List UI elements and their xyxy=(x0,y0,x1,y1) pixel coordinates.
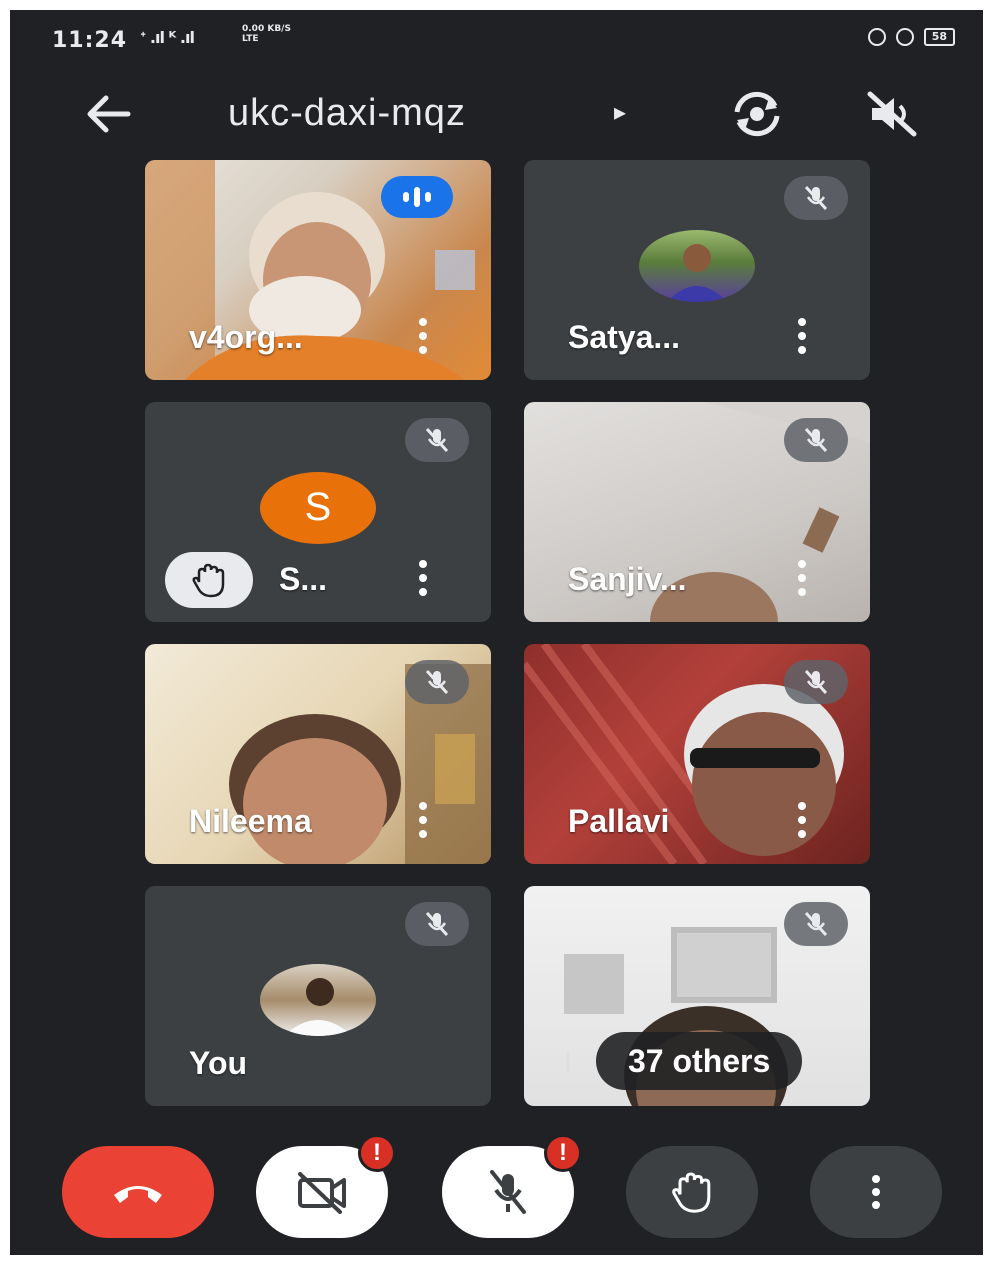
participant-more-options-button[interactable] xyxy=(413,314,433,358)
end-call-icon xyxy=(114,1186,162,1203)
back-arrow-icon xyxy=(87,95,131,133)
participant-tile[interactable]: v4org... xyxy=(145,160,491,380)
mic-muted-icon xyxy=(405,660,469,704)
raised-hand-icon xyxy=(165,552,253,608)
participant-more-options-button[interactable] xyxy=(413,798,433,842)
participant-avatar xyxy=(260,964,376,1037)
back-button[interactable] xyxy=(80,86,136,142)
mic-muted-icon xyxy=(784,418,848,462)
others-count-chip[interactable]: 37 others xyxy=(596,1032,803,1090)
switch-camera-icon xyxy=(734,91,780,137)
mic-muted-icon xyxy=(405,418,469,462)
end-call-button[interactable] xyxy=(62,1146,214,1238)
data-rate-value: 0.00 KB/S xyxy=(242,24,291,34)
alarm-icon xyxy=(895,28,914,46)
participant-name: Nileema xyxy=(189,803,312,839)
participant-tile[interactable]: I 37 others xyxy=(524,886,870,1106)
meet-screen: 11:24 ᐩ .ıl ᴷ .ıl 0.00 KB/S LTE 58 ukc-d… xyxy=(10,10,983,1255)
participant-name: v4org... xyxy=(189,319,303,355)
status-bar: 11:24 ᐩ .ıl ᴷ .ıl 0.00 KB/S LTE 58 xyxy=(10,10,983,70)
participant-name: S... xyxy=(279,561,328,597)
participant-more-options-button[interactable] xyxy=(792,798,812,842)
data-rate: 0.00 KB/S LTE xyxy=(242,24,291,44)
camera-alert-badge: ! xyxy=(358,1134,396,1172)
speaking-indicator-icon xyxy=(381,176,453,218)
battery-icon: 58 xyxy=(923,28,955,46)
camera-toggle-button[interactable]: ! xyxy=(256,1134,396,1238)
participant-more-options-button[interactable] xyxy=(792,314,812,358)
participant-avatar-letter: S xyxy=(260,471,376,544)
mic-muted-icon xyxy=(784,176,848,220)
participant-tile[interactable]: Satya... xyxy=(524,160,870,380)
network-type: LTE xyxy=(242,34,259,44)
meeting-details-caret-icon[interactable]: ▸ xyxy=(614,98,626,127)
mic-alert-badge: ! xyxy=(544,1134,582,1172)
participant-tile[interactable]: You xyxy=(145,886,491,1106)
status-icons: 58 xyxy=(867,28,955,46)
participant-name: I xyxy=(564,1046,572,1077)
participant-name: Pallavi xyxy=(568,803,670,839)
camera-off-icon xyxy=(298,1172,346,1214)
participant-more-options-button[interactable] xyxy=(413,556,433,600)
mic-muted-icon xyxy=(784,660,848,704)
more-vert-icon xyxy=(872,1175,880,1209)
participant-name: Sanjiv... xyxy=(568,561,687,597)
participant-tile[interactable]: S S... xyxy=(145,402,491,622)
participant-name: Satya... xyxy=(568,319,681,355)
participant-tile[interactable]: Pallavi xyxy=(524,644,870,864)
signal-icon: ᐩ .ıl ᴷ .ıl xyxy=(140,28,195,47)
meeting-code[interactable]: ukc-daxi-mqz xyxy=(228,92,466,135)
raise-hand-button[interactable] xyxy=(626,1146,758,1238)
raise-hand-icon xyxy=(672,1172,711,1213)
mic-off-icon xyxy=(490,1170,526,1214)
mic-toggle-button[interactable]: ! xyxy=(442,1134,582,1238)
speaker-toggle-button[interactable] xyxy=(860,86,924,142)
call-controls: ! ! xyxy=(10,1134,983,1248)
more-options-button[interactable] xyxy=(810,1146,942,1238)
hotspot-icon xyxy=(867,28,886,46)
app-bar: ukc-daxi-mqz ▸ xyxy=(10,78,983,148)
participant-tile[interactable]: Nileema xyxy=(145,644,491,864)
participant-more-options-button[interactable] xyxy=(792,556,812,600)
status-time: 11:24 xyxy=(52,28,128,53)
participant-name: You xyxy=(189,1045,248,1081)
participant-avatar xyxy=(639,229,755,302)
participant-tile[interactable]: Sanjiv... xyxy=(524,402,870,622)
mic-muted-icon xyxy=(405,902,469,946)
speaker-off-icon xyxy=(867,91,917,137)
mic-muted-icon xyxy=(784,902,848,946)
switch-camera-button[interactable] xyxy=(725,86,789,142)
